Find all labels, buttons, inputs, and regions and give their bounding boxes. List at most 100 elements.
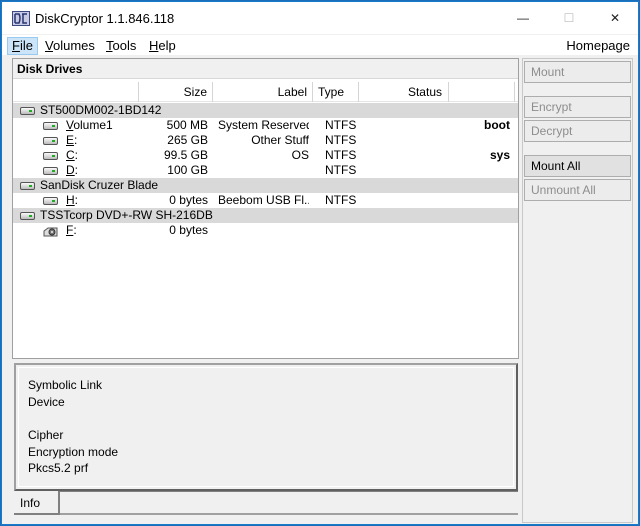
volume-label: Beebom USB Fl... (218, 193, 309, 207)
volume-flag (453, 193, 510, 208)
tab-strip-line (60, 491, 518, 493)
disk-name: TSSTcorp DVD+-RW SH-216DB (40, 208, 213, 222)
menu-bar: File Volumes Tools Help Homepage (2, 35, 638, 55)
volume-row[interactable]: Volume1 500 MB System Reserved NTFS boot (13, 118, 518, 133)
minimize-button[interactable]: — (500, 2, 546, 34)
disk-row[interactable]: ST500DM002-1BD142 (13, 103, 518, 118)
volume-name: E: (66, 133, 139, 148)
volume-type: NTFS (325, 148, 357, 162)
hard-disk-icon (20, 182, 35, 190)
volume-name-rest: : (74, 163, 79, 177)
menu-file-label: ile (19, 38, 33, 53)
menu-tools-label: ools (112, 38, 137, 53)
disk-name: ST500DM002-1BD142 (40, 103, 162, 117)
drives-list[interactable]: Size Label Type Status ST500DM002-1BD142… (13, 81, 518, 358)
column-size[interactable]: Size (139, 82, 213, 102)
cdrom-icon (43, 226, 58, 237)
menu-tools[interactable]: Tools (102, 37, 140, 55)
mount-all-label: Mount All (531, 159, 581, 173)
menu-help-mnemonic: H (149, 38, 159, 53)
decrypt-label: Decrypt (531, 124, 573, 138)
info-tabstrip: Info (14, 491, 518, 515)
column-label[interactable]: Label (213, 82, 313, 102)
disk-row[interactable]: TSSTcorp DVD+-RW SH-216DB (13, 208, 518, 223)
tab-info[interactable]: Info (14, 491, 60, 515)
disk-drives-panel: Disk Drives Size Label Type Status ST500… (12, 58, 519, 359)
info-encryption-mode: Encryption mode (28, 445, 119, 459)
volume-name-mnemonic: E (66, 133, 75, 147)
column-header: Size Label Type Status (13, 82, 518, 102)
volume-name-rest: : (73, 223, 77, 237)
encrypt-button[interactable]: Encrypt (524, 96, 631, 118)
menu-file-mnemonic: F (12, 38, 20, 53)
volume-flag: sys (489, 148, 510, 162)
menu-help[interactable]: Help (145, 37, 180, 55)
volume-size: 265 GB (167, 133, 208, 147)
volume-name: Volume1 (66, 118, 139, 133)
volume-size: 0 bytes (169, 223, 208, 237)
menu-file[interactable]: File (7, 37, 38, 55)
volume-row[interactable]: D: 100 GB NTFS (13, 163, 518, 178)
volume-name-mnemonic: H (66, 193, 75, 207)
maximize-icon: ☐ (563, 11, 575, 25)
volume-row[interactable]: H: 0 bytes Beebom USB Fl... NTFS (13, 193, 518, 208)
disk-name: SanDisk Cruzer Blade (40, 178, 159, 192)
volume-label: Other Stuff (251, 133, 309, 147)
menu-volumes-mnemonic: V (45, 38, 53, 53)
info-symbolic-link: Symbolic Link (28, 378, 103, 392)
homepage-link[interactable]: Homepage (566, 37, 630, 55)
volume-label: System Reserved (218, 118, 309, 132)
volume-status (365, 193, 445, 208)
decrypt-button[interactable]: Decrypt (524, 120, 631, 142)
hard-disk-icon (20, 107, 35, 115)
column-type[interactable]: Type (313, 82, 359, 102)
maximize-button[interactable]: ☐ (546, 2, 592, 34)
volume-row[interactable]: F: 0 bytes (13, 223, 518, 238)
volume-label (218, 223, 309, 238)
volume-name: F: (66, 223, 139, 238)
volume-status (365, 133, 445, 148)
encrypt-label: Encrypt (531, 100, 572, 114)
unmount-all-button[interactable]: Unmount All (524, 179, 631, 201)
close-button[interactable]: ✕ (592, 2, 638, 34)
mount-button[interactable]: Mount (524, 61, 631, 83)
diskcryptor-logo-icon (12, 11, 30, 26)
menu-volumes-label: olumes (52, 38, 95, 53)
info-device: Device (28, 395, 65, 409)
volume-size: 0 bytes (169, 193, 208, 207)
volume-row[interactable]: E: 265 GB Other Stuff NTFS (13, 133, 518, 148)
volume-size: 500 MB (166, 118, 208, 132)
volume-name-mnemonic: C (66, 148, 75, 162)
info-panel: Symbolic Link Device Cipher Encryption m… (14, 363, 518, 491)
info-pkcs-prf: Pkcs5.2 prf (28, 461, 89, 475)
volume-flag (453, 133, 510, 148)
volume-name-rest: : (74, 133, 78, 147)
column-status[interactable]: Status (359, 82, 449, 102)
volume-row[interactable]: C: 99.5 GB OS NTFS sys (13, 148, 518, 163)
mount-label: Mount (531, 65, 565, 79)
volume-size: 99.5 GB (163, 148, 208, 162)
volume-flag (453, 163, 510, 178)
volume-disk-icon (43, 152, 58, 160)
disk-row[interactable]: SanDisk Cruzer Blade (13, 178, 518, 193)
volume-name-rest: olume1 (73, 118, 113, 132)
volume-name-rest: : (74, 148, 79, 162)
menu-volumes[interactable]: Volumes (41, 37, 99, 55)
drive-rows: ST500DM002-1BD142 Volume1 500 MB System Res… (13, 103, 518, 238)
volume-disk-icon (43, 197, 58, 205)
volume-status (365, 118, 445, 133)
window-title: DiskCryptor 1.1.846.118 (35, 11, 175, 26)
volume-name-mnemonic: D (66, 163, 75, 177)
minimize-icon: — (517, 11, 529, 25)
volume-label: OS (291, 148, 309, 162)
volume-size: 100 GB (167, 163, 208, 177)
volume-disk-icon (43, 167, 58, 175)
column-extra[interactable] (449, 82, 515, 102)
volume-flag: boot (484, 118, 510, 132)
close-icon: ✕ (609, 11, 621, 25)
volume-name: H: (66, 193, 139, 208)
volume-type: NTFS (325, 163, 357, 177)
disk-drives-header: Disk Drives (13, 59, 518, 79)
column-name[interactable] (13, 82, 139, 102)
mount-all-button[interactable]: Mount All (524, 155, 631, 177)
